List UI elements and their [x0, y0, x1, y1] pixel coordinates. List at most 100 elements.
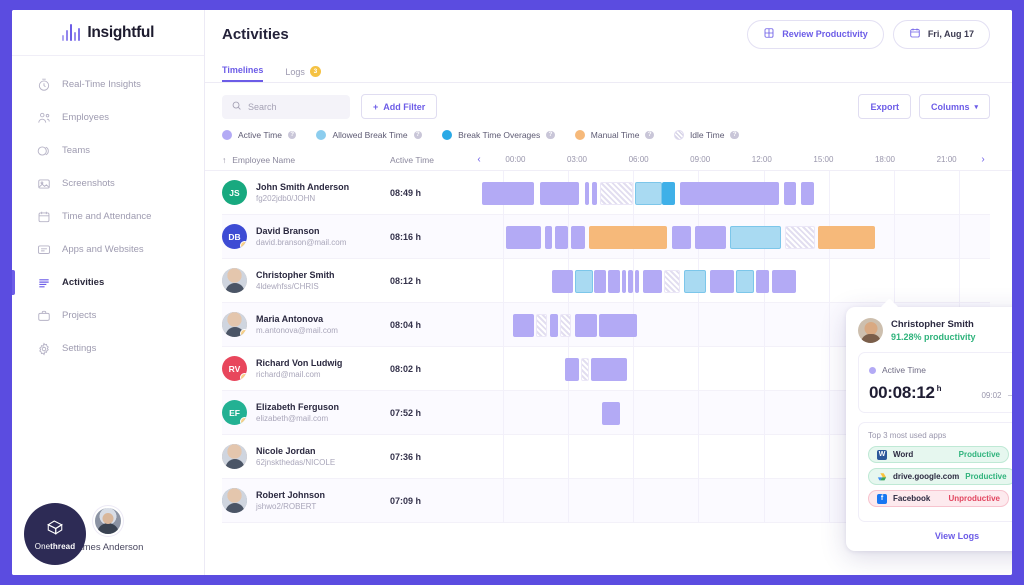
avatar: [222, 444, 247, 469]
timeline-segment-active[interactable]: [642, 269, 662, 293]
tooltip-productivity: 91.28% productivity: [891, 332, 976, 342]
timeline-prev-button[interactable]: ‹: [472, 154, 486, 165]
sidebar-item-label: Settings: [62, 343, 97, 354]
timeline-segment-active[interactable]: [622, 269, 627, 293]
avatar: DB: [222, 224, 247, 249]
active-time-cell: 08:49 h: [390, 187, 422, 198]
info-icon[interactable]: ?: [413, 130, 423, 140]
app-chip: W Word Productive: [868, 446, 1009, 463]
info-icon[interactable]: ?: [645, 130, 654, 140]
timeline-segment-active[interactable]: [482, 181, 535, 205]
view-logs-link[interactable]: View Logs: [858, 531, 1012, 541]
timeline-segment-active[interactable]: [599, 313, 637, 337]
timeline-segment-active[interactable]: [772, 269, 797, 293]
timeline-segment-active[interactable]: [544, 225, 552, 249]
legend-item-break-time-overages[interactable]: Break Time Overages ?: [442, 130, 555, 140]
facebook-icon: f: [877, 493, 887, 504]
timeline-segment-manual[interactable]: [818, 225, 875, 249]
arrow-right-icon: ⟶: [1008, 391, 1013, 400]
timeline-segment-active[interactable]: [783, 181, 796, 205]
timeline-track[interactable]: [472, 214, 990, 259]
timeline-segment-active[interactable]: [694, 225, 726, 249]
date-picker-button[interactable]: Fri, Aug 17: [892, 19, 990, 49]
timeline-segment-active[interactable]: [680, 181, 779, 205]
timeline-segment-active[interactable]: [574, 313, 598, 337]
sidebar-item-time-and-attendance[interactable]: Time and Attendance: [12, 200, 204, 233]
columns-button[interactable]: Columns ▾: [918, 94, 990, 119]
info-icon[interactable]: ?: [546, 130, 555, 140]
timeline-segment-idle[interactable]: [580, 357, 590, 381]
timeline-track[interactable]: [472, 258, 990, 303]
timeline-segment-active[interactable]: [505, 225, 541, 249]
timeline-segment-active[interactable]: [592, 181, 597, 205]
timeline-segment-overage[interactable]: [662, 181, 675, 205]
timeline-segment-active[interactable]: [710, 269, 735, 293]
timeline-segment-active[interactable]: [607, 269, 621, 293]
add-filter-button[interactable]: + Add Filter: [361, 94, 438, 119]
legend-item-manual-time[interactable]: Manual Time ?: [574, 130, 654, 140]
table-row[interactable]: Christopher Smith 4ldewhfss/CHRIS 08:12 h: [222, 258, 990, 303]
sort-ascending-arrow-icon[interactable]: ↑: [222, 155, 226, 165]
timeline-segment-active[interactable]: [552, 269, 573, 293]
sidebar-item-settings[interactable]: Settings: [12, 332, 204, 365]
app-name: Facebook: [893, 494, 931, 503]
timeline-segment-allowed[interactable]: [574, 269, 593, 293]
timeline-segment-active[interactable]: [591, 357, 628, 381]
timeline-segment-active[interactable]: [549, 313, 558, 337]
search-input[interactable]: Search: [222, 94, 350, 119]
timeline-segment-idle[interactable]: [600, 181, 633, 205]
timeline-segment-allowed[interactable]: [635, 181, 663, 205]
timeline-segment-active[interactable]: [634, 269, 639, 293]
legend-item-active-time[interactable]: Active Time ?: [222, 130, 297, 140]
timeline-segment-active[interactable]: [571, 225, 585, 249]
tab-timelines[interactable]: Timelines: [222, 65, 264, 82]
timeline-track[interactable]: [472, 171, 990, 215]
timeline-segment-active[interactable]: [565, 357, 579, 381]
timeline-segment-idle[interactable]: [784, 225, 815, 249]
table-row[interactable]: JS John Smith Anderson fg202jdb0/JOHN 08:49…: [222, 171, 990, 215]
legend-item-idle-time[interactable]: Idle Time ?: [673, 130, 739, 140]
legend-item-allowed-break-time[interactable]: Allowed Break Time ?: [316, 130, 423, 140]
timeline-segment-active[interactable]: [540, 181, 580, 205]
sidebar-item-employees[interactable]: Employees: [12, 101, 204, 134]
timeline-segment-active[interactable]: [554, 225, 569, 249]
employee-identifier: 62jnskthedas/NICOLE: [256, 458, 336, 467]
search-icon: [231, 100, 242, 113]
employee-identifier: elizabeth@mail.com: [256, 414, 329, 423]
sidebar-item-apps-and-websites[interactable]: Apps and Websites: [12, 233, 204, 266]
sidebar-item-activities[interactable]: Activities: [12, 266, 204, 299]
timeline-segment-manual[interactable]: [589, 225, 667, 249]
timeline-segment-active[interactable]: [755, 269, 770, 293]
timeline-segment-allowed[interactable]: [729, 225, 781, 249]
table-row[interactable]: DB David Branson david.branson@mail.com 08:…: [222, 214, 990, 259]
duration-unit: h: [936, 384, 942, 394]
sidebar-item-teams[interactable]: Teams: [12, 134, 204, 167]
timeline-segment-idle[interactable]: [536, 313, 547, 337]
info-icon[interactable]: ?: [730, 130, 739, 140]
employee-cell: EF Elizabeth Ferguson elizabeth@mail.com: [222, 400, 390, 425]
column-header-active-time[interactable]: Active Time: [390, 155, 472, 165]
timeline-segment-active[interactable]: [584, 181, 590, 205]
timeline-tick: 18:00: [874, 154, 896, 164]
review-productivity-button[interactable]: Review Productivity: [747, 19, 884, 49]
sidebar-item-projects[interactable]: Projects: [12, 299, 204, 332]
timeline-segment-active[interactable]: [594, 269, 606, 293]
timeline-next-button[interactable]: ›: [976, 154, 990, 165]
timeline-segment-idle[interactable]: [560, 313, 572, 337]
export-button[interactable]: Export: [858, 94, 911, 119]
info-icon[interactable]: ?: [287, 130, 297, 140]
timeline-segment-active[interactable]: [513, 313, 535, 337]
column-header-employee-name[interactable]: ↑ Employee Name: [222, 155, 390, 165]
sidebar-item-screenshots[interactable]: Screenshots: [12, 167, 204, 200]
timeline-segment-allowed[interactable]: [736, 269, 754, 293]
timeline-segment-active[interactable]: [628, 269, 633, 293]
sidebar-item-real-time-insights[interactable]: Real-Time Insights: [12, 68, 204, 101]
timeline-segment-active[interactable]: [601, 401, 621, 425]
timeline-segment-allowed[interactable]: [684, 269, 707, 293]
timeline-segment-idle[interactable]: [663, 269, 681, 293]
employee-identifier: m.antonova@mail.com: [256, 326, 338, 335]
tab-logs[interactable]: Logs 3: [285, 66, 321, 82]
timeline-segment-active[interactable]: [671, 225, 691, 249]
date-label: Fri, Aug 17: [927, 29, 974, 39]
timeline-segment-active[interactable]: [800, 181, 814, 205]
